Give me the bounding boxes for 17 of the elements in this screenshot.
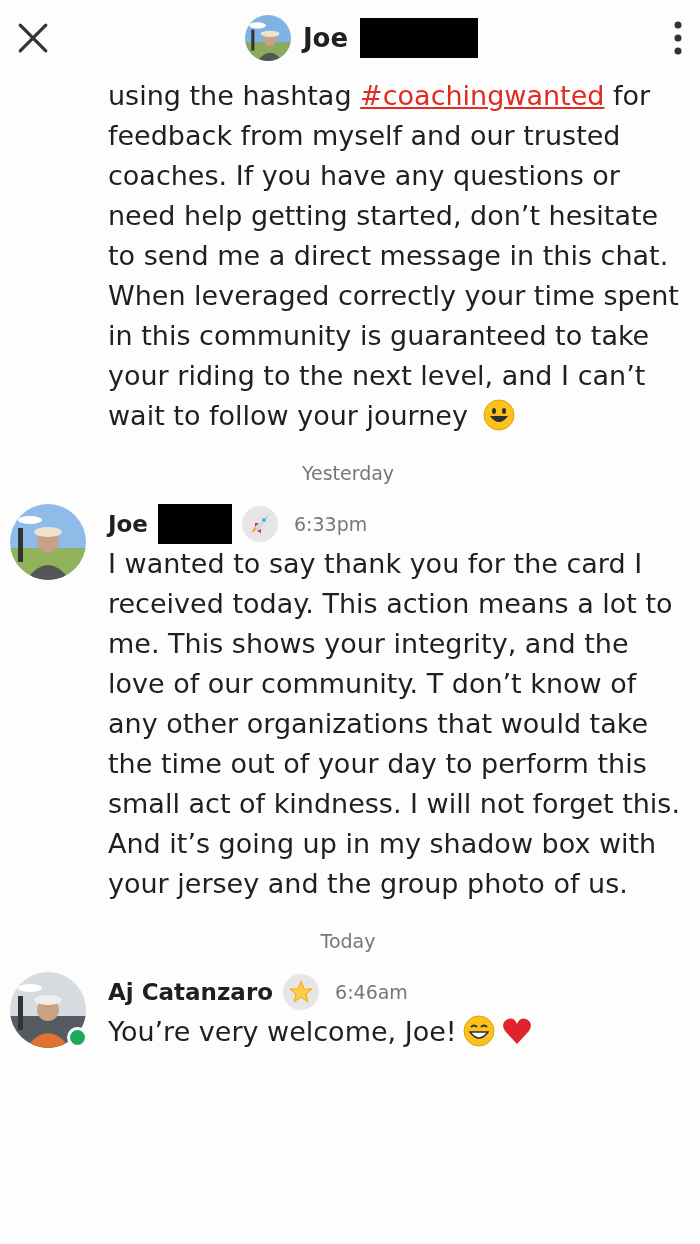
sender-name: Joe bbox=[108, 511, 148, 537]
rocket-badge-icon bbox=[241, 506, 278, 542]
close-icon[interactable] bbox=[17, 22, 49, 54]
contact-name: Joe bbox=[302, 23, 349, 53]
message-time: 6:46am bbox=[335, 981, 408, 1003]
message-text: You’re very welcome, Joe! bbox=[108, 1012, 686, 1052]
grinning-face-icon bbox=[462, 1015, 495, 1047]
hashtag-link[interactable]: #coachingwanted bbox=[360, 80, 605, 111]
message-time: 6:33pm bbox=[293, 513, 368, 535]
sender-name: Aj Catanzaro bbox=[108, 979, 274, 1005]
date-divider: Today bbox=[319, 930, 377, 952]
message-text: using the hashtag #coachingwanted for feedback from myself and our trusted coaches. If you have any questions or need help getting started, don’t hesitate to send me a direct message in this chat. When leveraged correctly your time spent in this community is guaranteed to take your riding to the next level, and I can’t wait to follow your journey bbox=[107, 79, 680, 433]
star-badge-icon bbox=[283, 974, 320, 1010]
date-divider: Yesterday bbox=[300, 462, 396, 484]
more-options-icon[interactable] bbox=[674, 21, 682, 55]
message-text: I wanted to say thank you for the card I received today. This action means a lot to me. This shows your integrity, and the love of our community. T don’t know of any other organizations that would take the time out of your day to perform this small act of kindness. I will not forget this. And it’s going up in my shadow box with your jersey and the group photo of us. bbox=[108, 547, 681, 901]
smiley-icon bbox=[482, 399, 515, 431]
